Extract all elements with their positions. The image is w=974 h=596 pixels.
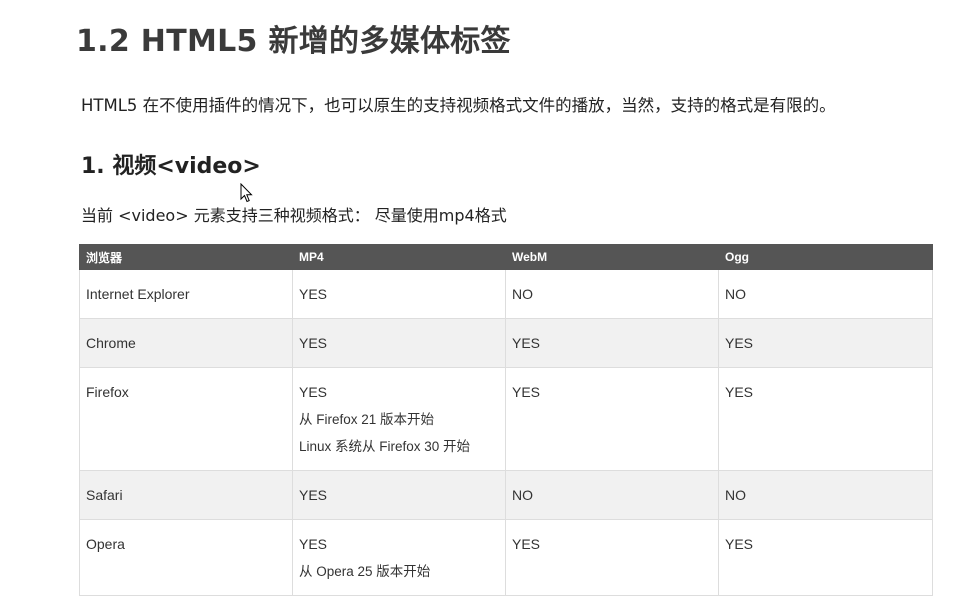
section-title-video: 1. 视频<video> bbox=[81, 154, 261, 179]
table-row-safari: Safari YES NO NO bbox=[79, 470, 933, 520]
mp4-support: YES bbox=[299, 335, 328, 351]
cell-ogg: YES bbox=[718, 519, 933, 596]
format-note: 当前 <video> 元素支持三种视频格式： 尽量使用mp4格式 bbox=[81, 206, 507, 225]
mp4-support: YES bbox=[299, 536, 328, 552]
header-webm: WebM bbox=[505, 244, 719, 270]
table-row-chrome: Chrome YES YES YES bbox=[79, 318, 933, 368]
cell-ogg: YES bbox=[718, 318, 933, 368]
mp4-version-note: 从 Firefox 21 版本开始 bbox=[299, 412, 435, 427]
cell-mp4: YES bbox=[292, 269, 506, 319]
table-row-firefox: Firefox YES 从 Firefox 21 版本开始 Linux 系统从 … bbox=[79, 367, 933, 471]
page-title: 1.2 HTML5 新增的多媒体标签 bbox=[76, 24, 511, 59]
table-row-opera: Opera YES 从 Opera 25 版本开始 YES YES bbox=[79, 519, 933, 596]
mp4-support: YES bbox=[299, 286, 328, 302]
cell-ogg: YES bbox=[718, 367, 933, 471]
header-mp4: MP4 bbox=[292, 244, 506, 270]
table-row-internet-explorer: Internet Explorer YES NO NO bbox=[79, 269, 933, 319]
cell-webm: YES bbox=[505, 367, 719, 471]
cell-webm: YES bbox=[505, 519, 719, 596]
header-ogg: Ogg bbox=[718, 244, 933, 270]
cell-ogg: NO bbox=[718, 470, 933, 520]
cell-browser: Firefox bbox=[79, 367, 293, 471]
table-header-row: 浏览器 MP4 WebM Ogg bbox=[79, 244, 933, 270]
cell-webm: YES bbox=[505, 318, 719, 368]
mp4-support: YES bbox=[299, 384, 328, 400]
intro-paragraph: HTML5 在不使用插件的情况下，也可以原生的支持视频格式文件的播放，当然，支持… bbox=[81, 96, 836, 115]
cell-webm: NO bbox=[505, 470, 719, 520]
cell-browser: Chrome bbox=[79, 318, 293, 368]
cell-mp4: YES bbox=[292, 470, 506, 520]
mp4-support: YES bbox=[299, 487, 328, 503]
cell-browser: Internet Explorer bbox=[79, 269, 293, 319]
cell-mp4: YES bbox=[292, 318, 506, 368]
cell-browser: Opera bbox=[79, 519, 293, 596]
cell-browser: Safari bbox=[79, 470, 293, 520]
cell-mp4: YES 从 Opera 25 版本开始 bbox=[292, 519, 506, 596]
mp4-linux-note: Linux 系统从 Firefox 30 开始 bbox=[299, 439, 471, 454]
mouse-pointer-icon bbox=[240, 183, 253, 203]
cell-ogg: NO bbox=[718, 269, 933, 319]
cell-mp4: YES 从 Firefox 21 版本开始 Linux 系统从 Firefox … bbox=[292, 367, 506, 471]
cell-webm: NO bbox=[505, 269, 719, 319]
header-browser: 浏览器 bbox=[79, 244, 293, 270]
video-format-support-table: 浏览器 MP4 WebM Ogg Internet Explorer YES N… bbox=[79, 244, 933, 596]
